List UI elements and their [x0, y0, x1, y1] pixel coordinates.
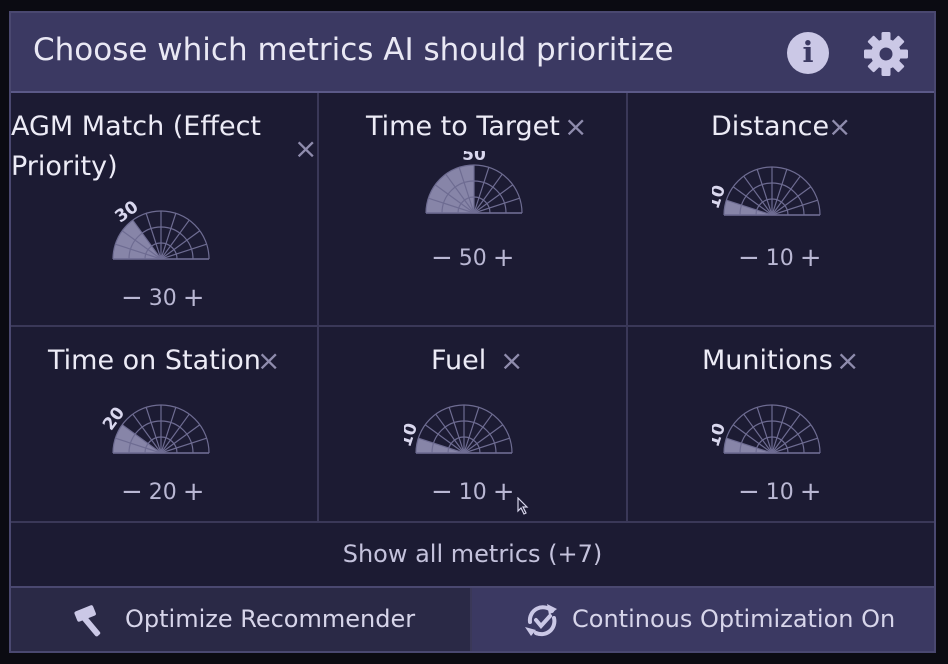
- metric-title: Distance: [711, 111, 830, 142]
- info-icon[interactable]: i: [787, 32, 829, 74]
- increase-button[interactable]: +: [800, 243, 822, 273]
- metric-value: 10: [765, 245, 794, 271]
- gauge-grid-spoke: [756, 169, 773, 216]
- show-all-metrics-button[interactable]: Show all metrics (+7): [11, 523, 934, 588]
- priority-gauge[interactable]: 10: [404, 391, 524, 481]
- gauge-grid-spoke: [160, 437, 207, 454]
- optimize-recommender-label: Optimize Recommender: [125, 605, 416, 633]
- decrease-button[interactable]: −: [121, 477, 143, 507]
- gauge-grid-spoke: [463, 407, 480, 454]
- metrics-grid: AGM Match (Effect Priority) × 30 −30 + Ti…: [11, 93, 934, 523]
- increase-button[interactable]: +: [183, 283, 205, 313]
- value-stepper: −10 +: [431, 477, 515, 507]
- value-stepper: −20 +: [121, 477, 205, 507]
- metric-card-distance: Distance × 10 −10 +: [628, 93, 934, 327]
- refresh-check-icon: [525, 604, 557, 637]
- gauge-grid-spoke: [160, 213, 177, 260]
- gauge-grid-spoke: [771, 424, 812, 454]
- gear-icon[interactable]: [863, 31, 909, 77]
- gauge-grid-spoke: [771, 413, 801, 454]
- decrease-button[interactable]: −: [431, 243, 453, 273]
- hammer-icon: [74, 605, 101, 637]
- gauge-grid-spoke: [771, 175, 801, 216]
- gauge-value-label: 30: [111, 197, 142, 227]
- gauge-grid-spoke: [160, 219, 190, 260]
- gauge-grid-spoke: [473, 184, 514, 214]
- gauge-grid-spoke: [473, 173, 503, 214]
- gauge-grid-spoke: [473, 167, 490, 214]
- metric-value: 30: [148, 285, 177, 311]
- decrease-button[interactable]: −: [431, 477, 453, 507]
- metrics-priority-dialog: Choose which metrics AI should prioritiz…: [9, 11, 936, 653]
- gauge-grid-spoke: [463, 424, 504, 454]
- remove-metric-icon[interactable]: ×: [257, 347, 280, 375]
- metric-value: 10: [458, 479, 487, 505]
- show-all-label: Show all metrics (+7): [342, 540, 603, 568]
- priority-gauge[interactable]: 30: [101, 197, 221, 287]
- gauge-grid-spoke: [771, 407, 788, 454]
- decrease-button[interactable]: −: [121, 283, 143, 313]
- gauge-grid-spoke: [756, 407, 773, 454]
- remove-metric-icon[interactable]: ×: [836, 347, 859, 375]
- remove-metric-icon[interactable]: ×: [564, 113, 587, 141]
- gauge-grid-spoke: [771, 437, 818, 454]
- gauge-grid-spoke: [771, 186, 812, 216]
- increase-button[interactable]: +: [183, 477, 205, 507]
- metric-title-line2: Priority): [11, 151, 118, 182]
- gauge-grid-spoke: [160, 243, 207, 260]
- dialog-title: Choose which metrics AI should prioritiz…: [33, 32, 674, 68]
- gauge-grid-spoke: [473, 197, 520, 214]
- gauge-grid-spoke: [160, 413, 190, 454]
- metric-title: AGM Match (Effect: [11, 111, 262, 142]
- increase-button[interactable]: +: [493, 243, 515, 273]
- gauge-grid-spoke: [160, 424, 201, 454]
- gauge-grid-spoke: [160, 407, 177, 454]
- continuous-optimization-toggle[interactable]: Continous Optimization On: [472, 588, 934, 651]
- remove-metric-icon[interactable]: ×: [294, 135, 317, 163]
- metric-card-munitions: Munitions × 10 −10 +: [628, 327, 934, 523]
- metric-card-fuel: Fuel × 10 −10 +: [319, 327, 628, 523]
- continuous-optimization-label: Continous Optimization On: [572, 605, 896, 633]
- remove-metric-icon[interactable]: ×: [500, 347, 523, 375]
- mouse-cursor-icon: [517, 497, 529, 515]
- metric-title: Time on Station: [48, 345, 261, 376]
- decrease-button[interactable]: −: [738, 477, 760, 507]
- metric-title: Fuel: [431, 345, 487, 376]
- priority-gauge[interactable]: 20: [101, 391, 221, 481]
- value-stepper: −30 +: [121, 283, 205, 313]
- metric-value: 50: [458, 245, 487, 271]
- gauge-grid-spoke: [463, 437, 510, 454]
- gauge-grid-spoke: [771, 199, 818, 216]
- value-stepper: −10 +: [738, 243, 822, 273]
- metric-card-time-on-station: Time on Station × 20 −20 +: [11, 327, 319, 523]
- increase-button[interactable]: +: [493, 477, 515, 507]
- priority-gauge[interactable]: 10: [712, 153, 832, 243]
- gauge-grid-spoke: [771, 169, 788, 216]
- metric-title: Time to Target: [366, 111, 560, 142]
- metric-card-agm-match: AGM Match (Effect Priority) × 30 −30 +: [11, 93, 319, 327]
- remove-metric-icon[interactable]: ×: [828, 113, 851, 141]
- decrease-button[interactable]: −: [738, 243, 760, 273]
- metric-value: 10: [765, 479, 794, 505]
- dialog-header: Choose which metrics AI should prioritiz…: [11, 13, 934, 93]
- gauge-value-label: 50: [462, 151, 486, 165]
- priority-gauge[interactable]: 50: [414, 151, 534, 241]
- metric-value: 20: [148, 479, 177, 505]
- value-stepper: −10 +: [738, 477, 822, 507]
- gauge-grid-spoke: [463, 413, 493, 454]
- gauge-grid-spoke: [448, 407, 465, 454]
- gauge-grid-spoke: [160, 230, 201, 260]
- metric-card-time-to-target: Time to Target × 50 −50 +: [319, 93, 628, 327]
- value-stepper: −50 +: [431, 243, 515, 273]
- optimize-recommender-button[interactable]: Optimize Recommender: [11, 588, 472, 651]
- metric-title: Munitions: [702, 345, 833, 376]
- priority-gauge[interactable]: 10: [712, 391, 832, 481]
- increase-button[interactable]: +: [800, 477, 822, 507]
